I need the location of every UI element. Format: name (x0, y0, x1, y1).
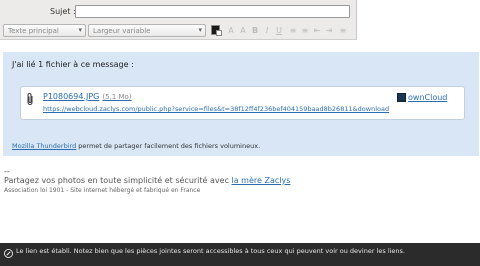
side-panel (356, 0, 480, 40)
paragraph-format-value: Texte principal (8, 27, 59, 35)
notice-title: J'ai lié 1 fichier à ce message : (12, 60, 134, 69)
link-icon (4, 249, 13, 258)
background-color-icon[interactable] (216, 30, 222, 36)
attachment-filename[interactable]: P1080694.JPG (43, 92, 99, 101)
attachment-size: (5,1 Mo) (102, 93, 132, 101)
provider-link[interactable]: ownCloud (408, 93, 447, 102)
notice-footer: Mozilla Thunderbird permet de partager f… (12, 142, 260, 150)
signature-separator: -- (4, 167, 10, 176)
subject-input[interactable] (75, 5, 350, 18)
notice-footer-text: permet de partager facilement des fichie… (76, 142, 261, 150)
bullet-list-icon[interactable]: ≡ (288, 26, 298, 36)
attachment-url[interactable]: https://webcloud.zaclys.com/public.php?s… (43, 105, 389, 113)
attachment-link[interactable]: P1080694.JPG (5,1 Mo) (43, 92, 132, 101)
align-icon[interactable]: ≡ (338, 26, 348, 36)
italic-icon[interactable]: I (262, 26, 272, 36)
thunderbird-link[interactable]: Mozilla Thunderbird (12, 142, 76, 150)
signature-text: Partagez vos photos en toute simplicité … (4, 176, 232, 185)
font-smaller-icon[interactable]: A (226, 26, 236, 36)
font-value: Largeur variable (93, 27, 151, 35)
bold-icon[interactable]: B (250, 26, 260, 36)
format-toolbar: Texte principal ▾ Largeur variable ▾ A A… (0, 22, 356, 40)
status-message: Le lien est établi. Notez bien que les p… (16, 247, 406, 255)
outdent-icon[interactable]: ⇤ (312, 26, 322, 36)
signature-line: Partagez vos photos en toute simplicité … (4, 176, 290, 185)
chevron-down-icon: ▾ (198, 26, 202, 34)
cloud-attachment-notice: J'ai lié 1 fichier à ce message : P10806… (3, 52, 479, 156)
underline-icon[interactable]: U (274, 26, 284, 36)
signature-association: Association loi 1901 - Site internet héb… (4, 187, 201, 194)
font-larger-icon[interactable]: A (238, 26, 248, 36)
subject-label: Sujet : (50, 7, 76, 16)
attachment-card: P1080694.JPG (5,1 Mo) https://webcloud.za… (20, 86, 465, 120)
font-select[interactable]: Largeur variable ▾ (88, 24, 206, 37)
zaclys-link[interactable]: la mère Zaclys (232, 176, 291, 185)
indent-icon[interactable]: ⇥ (324, 26, 334, 36)
status-bar: Le lien est établi. Notez bien que les p… (0, 243, 480, 266)
paperclip-icon (27, 92, 33, 106)
numbered-list-icon[interactable]: ≡ (300, 26, 310, 36)
owncloud-icon (397, 93, 406, 102)
chevron-down-icon: ▾ (78, 26, 82, 34)
paragraph-format-select[interactable]: Texte principal ▾ (3, 24, 86, 37)
